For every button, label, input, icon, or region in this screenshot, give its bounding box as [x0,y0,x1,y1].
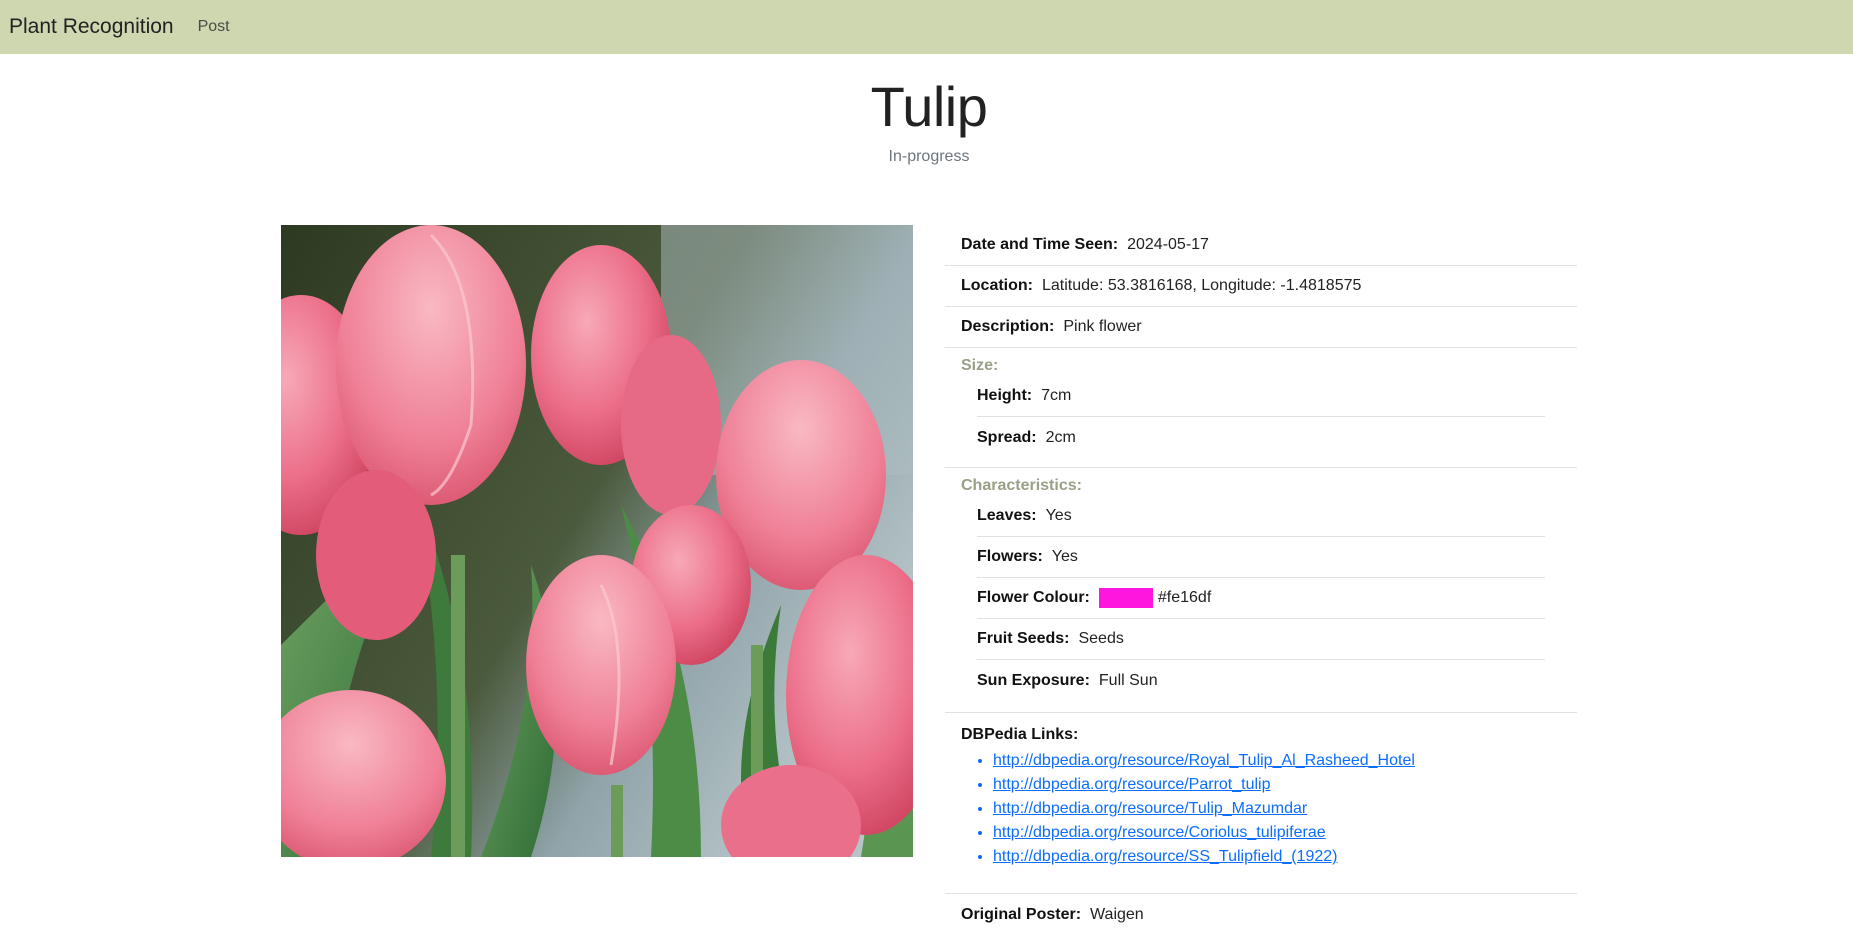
description-label: Description: [961,318,1055,335]
dbpedia-link[interactable]: http://dbpedia.org/resource/Royal_Tulip_… [993,752,1415,769]
list-item: http://dbpedia.org/resource/Coriolus_tul… [993,821,1561,845]
plant-photo [281,225,913,857]
dbpedia-link[interactable]: http://dbpedia.org/resource/Parrot_tulip [993,776,1271,793]
characteristics-title: Characteristics: [961,477,1082,494]
description-value: Pink flower [1063,318,1142,335]
sun-exposure-label: Sun Exposure: [977,671,1090,689]
description-row: Description: Pink flower [945,307,1577,348]
navbar: Plant Recognition Post [0,0,1853,54]
spread-value: 2cm [1045,428,1076,446]
dbpedia-title: DBPedia Links: [961,726,1079,743]
list-item: http://dbpedia.org/resource/SS_Tulipfiel… [993,845,1561,869]
date-seen-label: Date and Time Seen: [961,236,1119,253]
nav-link-post[interactable]: Post [198,18,230,36]
size-title: Size: [961,357,999,374]
list-item: http://dbpedia.org/resource/Tulip_Mazumd… [993,797,1561,821]
status-text: In-progress [888,148,970,165]
spread-label: Spread: [977,428,1037,446]
original-poster-value: Waigen [1090,905,1144,923]
dbpedia-link-list: http://dbpedia.org/resource/Royal_Tulip_… [961,749,1561,869]
flowers-label: Flowers: [977,548,1043,565]
plant-details: Date and Time Seen: 2024-05-17 Location:… [945,225,1577,935]
colour-swatch [1098,588,1153,608]
original-poster-label: Original Poster: [961,905,1082,923]
flower-colour-row: Flower Colour: #fe16df [977,578,1545,619]
fruit-seeds-row: Fruit Seeds: Seeds [977,619,1545,660]
date-seen-value: 2024-05-17 [1127,236,1209,253]
dbpedia-link[interactable]: http://dbpedia.org/resource/SS_Tulipfiel… [993,848,1338,865]
page-title: Tulip [870,75,988,138]
characteristics-section: Characteristics: Leaves: Yes Flowers: Ye… [945,468,1577,713]
spread-row: Spread: 2cm [977,417,1545,458]
dbpedia-link[interactable]: http://dbpedia.org/resource/Coriolus_tul… [993,824,1326,841]
sun-exposure-row: Sun Exposure: Full Sun [977,660,1545,701]
flower-colour-value: #fe16df [1157,589,1212,606]
leaves-value: Yes [1045,507,1072,524]
location-label: Location: [961,277,1033,294]
height-label: Height: [977,387,1033,404]
fruit-seeds-value: Seeds [1078,630,1124,647]
location-value: Latitude: 53.3816168, Longitude: -1.4818… [1042,277,1362,294]
size-section: Size: Height: 7cm Spread: 2cm [945,348,1577,468]
flower-colour-label: Flower Colour: [977,589,1090,606]
navbar-brand[interactable]: Plant Recognition [9,15,174,39]
flowers-row: Flowers: Yes [977,537,1545,578]
height-value: 7cm [1041,387,1072,404]
dbpedia-link[interactable]: http://dbpedia.org/resource/Tulip_Mazumd… [993,800,1307,817]
flowers-value: Yes [1051,548,1078,565]
height-row: Height: 7cm [977,376,1545,417]
list-item: http://dbpedia.org/resource/Parrot_tulip [993,773,1561,797]
sun-exposure-value: Full Sun [1098,671,1158,689]
fruit-seeds-label: Fruit Seeds: [977,630,1070,647]
location-row: Location: Latitude: 53.3816168, Longitud… [945,266,1577,307]
original-poster-row: Original Poster: Waigen [945,894,1577,935]
characteristics-list: Leaves: Yes Flowers: Yes Flower Colour: … [961,496,1561,701]
date-seen-row: Date and Time Seen: 2024-05-17 [945,225,1577,266]
leaves-row: Leaves: Yes [977,496,1545,537]
leaves-label: Leaves: [977,507,1037,524]
dbpedia-section: DBPedia Links: http://dbpedia.org/resour… [945,713,1577,894]
list-item: http://dbpedia.org/resource/Royal_Tulip_… [993,749,1561,773]
size-list: Height: 7cm Spread: 2cm [961,376,1561,458]
